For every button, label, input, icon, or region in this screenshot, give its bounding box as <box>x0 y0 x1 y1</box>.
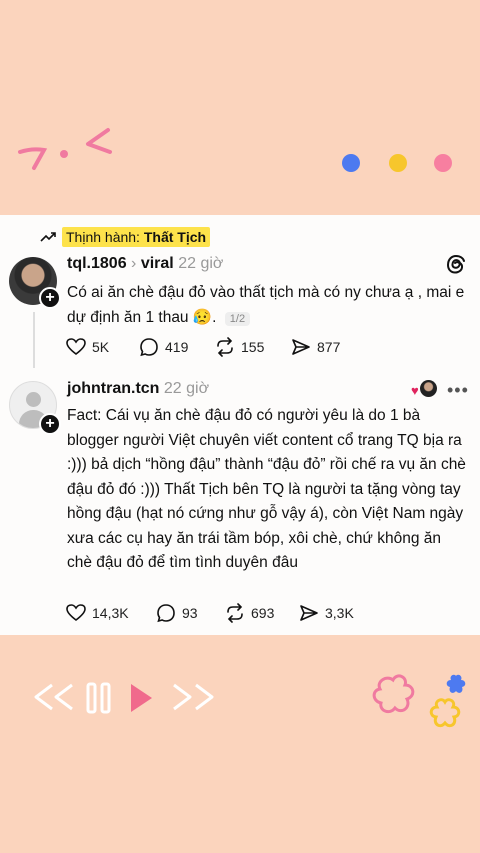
share-icon <box>300 605 318 621</box>
post1-username[interactable]: tql.1806 <box>67 255 127 272</box>
blue-dot <box>342 154 360 172</box>
yellow-dot <box>389 154 407 172</box>
comment-icon <box>157 604 175 623</box>
face-doodle <box>18 128 112 170</box>
flower-yellow-icon <box>429 698 461 728</box>
trending-label[interactable]: Thịnh hành: Thất Tịch <box>40 226 211 248</box>
top-decor-band <box>0 0 480 215</box>
post2-text: Fact: Cái vụ ăn chè đậu đỏ có người yêu … <box>67 407 466 571</box>
mini-avatar <box>420 380 437 397</box>
follow-plus-icon[interactable]: + <box>39 287 61 309</box>
trending-prefix: Thịnh hành: <box>66 229 140 245</box>
heart-icon <box>66 338 86 356</box>
chevron-right-icon: › <box>131 255 137 272</box>
flower-blue-icon <box>446 674 466 693</box>
bottom-decor-band <box>0 635 480 853</box>
share-button[interactable]: 877 <box>291 337 340 357</box>
like-count: 5K <box>92 339 110 355</box>
share-button[interactable]: 3,3K <box>299 603 354 623</box>
heart-icon <box>66 604 86 622</box>
play-icon <box>131 684 152 712</box>
follow-plus-icon[interactable]: + <box>39 413 61 435</box>
post1-header: tql.1806 › viral 22 giờ <box>67 255 223 273</box>
post1-body: Có ai ăn chè đậu đỏ vào thất tịch mà có … <box>67 281 467 331</box>
repost-icon <box>217 337 233 357</box>
post2-time: 22 giờ <box>163 380 210 397</box>
flower-pink-icon <box>372 674 415 714</box>
share-count: 3,3K <box>325 605 354 621</box>
post1-time: 22 giờ <box>178 255 224 272</box>
trending-highlight: Thịnh hành: Thất Tịch <box>62 227 211 247</box>
post2-body: Fact: Cái vụ ăn chè đậu đỏ có người yêu … <box>67 404 467 576</box>
repost-button[interactable]: 693 <box>225 603 299 623</box>
comment-button[interactable]: 419 <box>139 337 215 357</box>
like-count: 14,3K <box>92 605 129 621</box>
post1-community[interactable]: viral <box>141 255 174 272</box>
comment-button[interactable]: 93 <box>156 603 225 623</box>
repost-button[interactable]: 155 <box>215 337 291 357</box>
post1-pager[interactable]: 1/2 <box>224 311 251 326</box>
comment-count: 419 <box>165 339 189 355</box>
more-options-icon[interactable]: ••• <box>447 380 469 401</box>
rewind-icon <box>34 683 73 711</box>
repost-count: 693 <box>251 605 275 621</box>
threads-logo-icon[interactable] <box>445 254 467 276</box>
comment-icon <box>140 338 158 357</box>
share-icon <box>292 339 310 355</box>
like-button[interactable]: 14,3K <box>66 604 156 622</box>
liked-by-author-badge: ♥ <box>411 380 437 398</box>
trending-arrow-icon <box>40 232 56 242</box>
thread-line <box>33 312 35 368</box>
pause-icon <box>86 682 111 714</box>
trending-topic: Thất Tịch <box>143 229 207 245</box>
heart-filled-icon: ♥ <box>411 383 419 398</box>
repost-count: 155 <box>241 339 265 355</box>
fast-forward-icon <box>173 683 214 711</box>
post1-actions: 5K 419 155 877 <box>66 337 340 357</box>
share-count: 877 <box>317 339 341 355</box>
post1-text: Có ai ăn chè đậu đỏ vào thất tịch mà có … <box>67 284 465 326</box>
pink-dot <box>434 154 452 172</box>
default-avatar-head <box>26 392 41 407</box>
repost-icon <box>227 603 243 623</box>
post2-header: johntran.tcn 22 giờ <box>67 380 209 398</box>
post2-username[interactable]: johntran.tcn <box>67 380 159 397</box>
post2-actions: 14,3K 93 693 3,3K <box>66 603 354 623</box>
comment-count: 93 <box>182 605 198 621</box>
like-button[interactable]: 5K <box>66 338 139 356</box>
